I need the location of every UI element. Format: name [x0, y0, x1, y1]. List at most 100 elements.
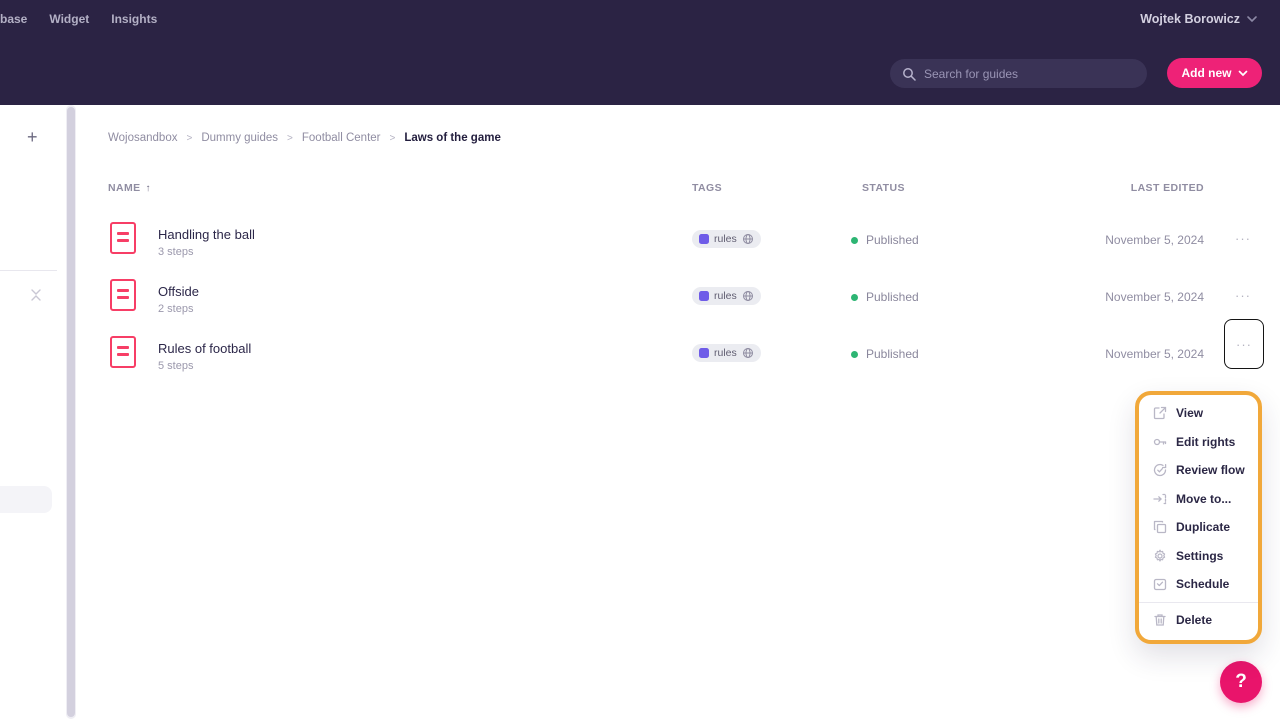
user-menu[interactable]: Wojtek Borowicz [1140, 12, 1258, 26]
scrollbar-thumb[interactable] [67, 107, 75, 717]
key-icon [1153, 435, 1167, 449]
nav-item-widget[interactable]: Widget [49, 12, 89, 26]
breadcrumb-item[interactable]: Dummy guides [201, 132, 278, 144]
column-header-last-edited[interactable]: LAST EDITED [1131, 182, 1204, 194]
guide-name[interactable]: Offside [158, 284, 199, 299]
row-actions-button[interactable]: ··· [1228, 281, 1258, 309]
breadcrumb-item[interactable]: Football Center [302, 132, 381, 144]
external-link-icon [1153, 406, 1167, 420]
menu-item-settings[interactable]: Settings [1139, 542, 1258, 571]
tag-label: rules [714, 347, 737, 359]
review-check-icon [1153, 463, 1167, 477]
tag-globe-icon [742, 347, 754, 359]
trash-icon [1153, 613, 1167, 627]
guide-name[interactable]: Handling the ball [158, 227, 255, 242]
main-content: Wojosandbox > Dummy guides > Football Ce… [77, 105, 1280, 719]
breadcrumb-separator: > [390, 133, 396, 144]
menu-item-label: Edit rights [1176, 435, 1235, 449]
sort-ascending-icon[interactable]: ↑ [146, 183, 151, 194]
published-dot-icon [851, 351, 858, 358]
status-label: Published [866, 290, 919, 304]
search-input[interactable] [924, 67, 1135, 81]
guide-document-icon [110, 279, 136, 311]
status-label: Published [866, 233, 919, 247]
table-row[interactable]: Rules of football 5 steps rules Publishe… [77, 324, 1280, 381]
gear-icon [1153, 549, 1167, 563]
collapse-icon[interactable] [28, 287, 44, 303]
menu-item-label: Review flow [1176, 463, 1245, 477]
menu-item-duplicate[interactable]: Duplicate [1139, 513, 1258, 542]
status-badge: Published [851, 233, 919, 247]
last-edited-date: November 5, 2024 [1105, 290, 1204, 304]
row-actions-context-menu: View Edit rights Review flow Move to... … [1135, 391, 1262, 644]
breadcrumb-separator: > [287, 133, 293, 144]
chevron-down-icon [1246, 15, 1258, 23]
status-label: Published [866, 347, 919, 361]
menu-item-label: Duplicate [1176, 520, 1230, 534]
published-dot-icon [851, 294, 858, 301]
published-dot-icon [851, 237, 858, 244]
left-sidebar: + [0, 105, 62, 719]
add-new-label: Add new [1182, 66, 1232, 80]
add-new-button[interactable]: Add new [1167, 58, 1262, 88]
guide-document-icon [110, 336, 136, 368]
sidebar-divider [0, 270, 57, 271]
menu-item-label: Move to... [1176, 492, 1231, 506]
column-header-name[interactable]: NAME ↑ [108, 182, 151, 194]
menu-item-label: View [1176, 406, 1203, 420]
guide-steps: 2 steps [158, 303, 193, 315]
menu-item-schedule[interactable]: Schedule [1139, 570, 1258, 599]
breadcrumb-separator: > [186, 133, 192, 144]
search-bar[interactable] [890, 59, 1147, 88]
status-badge: Published [851, 347, 919, 361]
tag-color-swatch [699, 348, 709, 358]
column-name-label: NAME [108, 182, 141, 194]
guide-list: Handling the ball 3 steps rules Publishe… [77, 210, 1280, 381]
last-edited-date: November 5, 2024 [1105, 347, 1204, 361]
breadcrumb-item[interactable]: Wojosandbox [108, 132, 177, 144]
nav-item-insights[interactable]: Insights [111, 12, 157, 26]
chevron-down-icon [1238, 70, 1248, 77]
tag-chip[interactable]: rules [692, 344, 761, 362]
tag-label: rules [714, 233, 737, 245]
menu-item-label: Delete [1176, 613, 1212, 627]
row-actions-button-active[interactable]: ··· [1224, 319, 1264, 369]
guide-name[interactable]: Rules of football [158, 341, 251, 356]
menu-item-move-to[interactable]: Move to... [1139, 485, 1258, 514]
tag-globe-icon [742, 233, 754, 245]
sidebar-scrollbar[interactable] [66, 105, 76, 719]
status-badge: Published [851, 290, 919, 304]
tag-globe-icon [742, 290, 754, 302]
breadcrumb: Wojosandbox > Dummy guides > Football Ce… [108, 132, 501, 144]
app-header: base Widget Insights Wojtek Borowicz Add… [0, 0, 1280, 105]
duplicate-icon [1153, 520, 1167, 534]
help-button[interactable]: ? [1220, 661, 1262, 703]
user-name: Wojtek Borowicz [1140, 12, 1240, 26]
guide-document-icon [110, 222, 136, 254]
tag-chip[interactable]: rules [692, 287, 761, 305]
menu-item-edit-rights[interactable]: Edit rights [1139, 428, 1258, 457]
sidebar-item-highlight[interactable] [0, 486, 52, 513]
menu-divider [1139, 602, 1258, 603]
guide-steps: 5 steps [158, 360, 193, 372]
add-folder-icon[interactable]: + [27, 129, 38, 145]
table-row[interactable]: Handling the ball 3 steps rules Publishe… [77, 210, 1280, 267]
row-actions-button[interactable]: ··· [1228, 224, 1258, 252]
menu-item-label: Settings [1176, 549, 1223, 563]
menu-item-delete[interactable]: Delete [1139, 606, 1258, 635]
menu-item-view[interactable]: View [1139, 399, 1258, 428]
menu-item-review-flow[interactable]: Review flow [1139, 456, 1258, 485]
breadcrumb-current: Laws of the game [404, 132, 501, 144]
last-edited-date: November 5, 2024 [1105, 233, 1204, 247]
move-to-icon [1153, 492, 1167, 506]
tag-chip[interactable]: rules [692, 230, 761, 248]
column-header-status[interactable]: STATUS [862, 182, 905, 194]
nav-item-base[interactable]: base [0, 12, 27, 26]
tag-color-swatch [699, 291, 709, 301]
tag-label: rules [714, 290, 737, 302]
search-icon [902, 67, 916, 81]
table-row[interactable]: Offside 2 steps rules Published November… [77, 267, 1280, 324]
column-header-tags[interactable]: TAGS [692, 182, 722, 194]
top-nav: base Widget Insights [0, 12, 157, 26]
menu-item-label: Schedule [1176, 577, 1229, 591]
